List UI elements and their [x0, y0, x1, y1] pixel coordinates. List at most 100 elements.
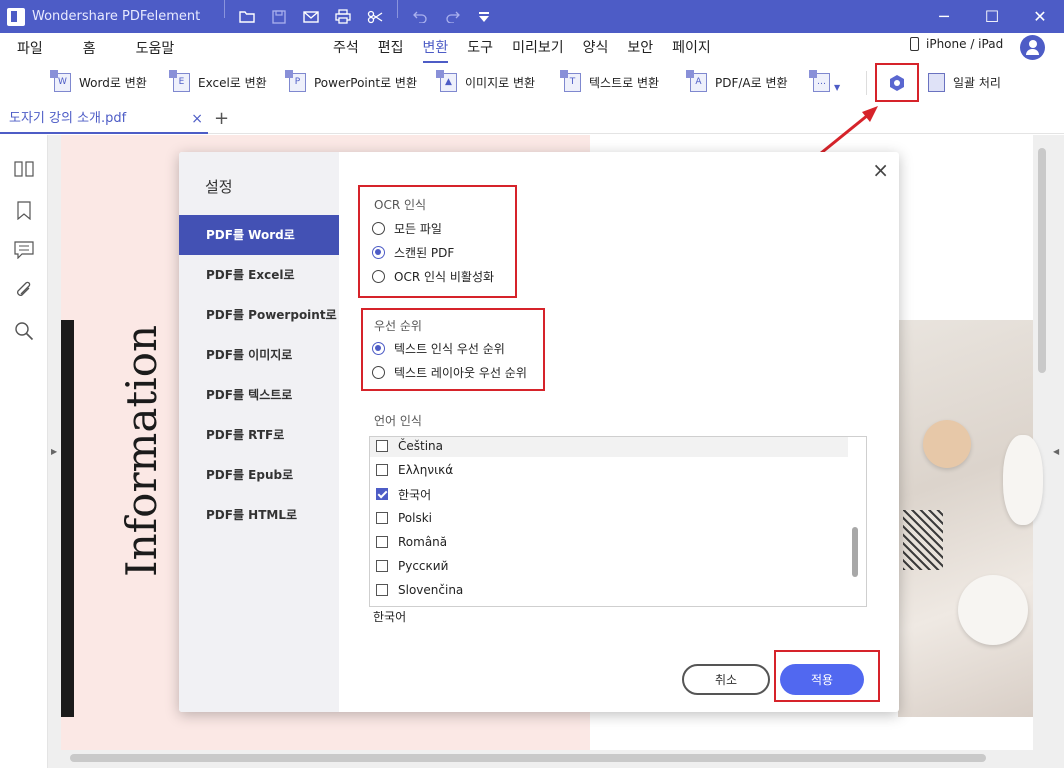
print-icon[interactable]	[327, 0, 359, 33]
dropdown-icon[interactable]	[468, 0, 500, 33]
photo-bowl	[923, 420, 971, 468]
menu-form[interactable]: 양식	[583, 33, 609, 63]
cancel-button[interactable]: 취소	[682, 664, 770, 695]
separator	[224, 0, 226, 18]
mail-icon[interactable]	[295, 0, 327, 33]
ocr-option-all[interactable]: 모든 파일	[372, 220, 442, 237]
menu-security[interactable]: 보안	[627, 33, 653, 63]
batch-icon	[928, 73, 945, 92]
checkbox-icon	[376, 536, 388, 548]
language-list[interactable]: Čeština Ελληνικά 한국어 Polski Română Русск…	[369, 436, 867, 607]
collapse-right-icon[interactable]: ◀	[1053, 447, 1059, 456]
minimize-button[interactable]: ─	[920, 0, 968, 33]
device-label: iPhone / iPad	[926, 37, 1004, 51]
highlight-apply	[774, 650, 880, 702]
nav-pdf-to-powerpoint[interactable]: PDF를 Powerpoint로	[179, 295, 339, 335]
priority-option-text[interactable]: 텍스트 인식 우선 순위	[372, 340, 505, 357]
nav-pdf-to-rtf[interactable]: PDF를 RTF로	[179, 415, 339, 455]
to-pdfa-button[interactable]: A PDF/A로 변환	[686, 70, 788, 92]
list-item[interactable]: Čeština	[376, 437, 443, 457]
menu-tools[interactable]: 도구	[467, 33, 493, 63]
checkbox-icon	[376, 440, 388, 452]
redo-icon[interactable]	[436, 0, 468, 33]
photo-plate	[958, 575, 1028, 645]
nav-pdf-to-epub[interactable]: PDF를 Epub로	[179, 455, 339, 495]
collapse-left-icon[interactable]: ▶	[51, 447, 57, 456]
dialog-close-icon[interactable]: ×	[872, 158, 889, 182]
menu-page[interactable]: 페이지	[672, 33, 711, 63]
menu-file[interactable]: 파일	[17, 38, 43, 58]
language-name: Română	[398, 535, 448, 549]
menu-edit[interactable]: 편집	[378, 33, 404, 63]
to-ppt-label: PowerPoint로 변환	[314, 76, 418, 90]
list-item[interactable]: Polski	[376, 507, 432, 529]
dialog-nav: 설정 PDF를 Word로 PDF를 Excel로 PDF를 Powerpoin…	[179, 152, 339, 712]
tab-close-icon[interactable]: ×	[191, 105, 203, 133]
menu-bar: 파일 홈 도움말 주석 편집 변환 도구 미리보기 양식 보안 페이지 iPho…	[0, 33, 1064, 63]
batch-button[interactable]: 일괄 처리	[928, 73, 1001, 92]
menu-home[interactable]: 홈	[83, 38, 96, 58]
more-formats-button[interactable]: … ▼	[809, 70, 840, 92]
document-tab[interactable]: 도자기 강의 소개.pdf ×	[0, 105, 208, 134]
avatar[interactable]	[1020, 35, 1045, 60]
menu-comment[interactable]: 주석	[333, 33, 359, 63]
maximize-button[interactable]: ☐	[968, 0, 1016, 33]
ocr-option-scanned[interactable]: 스캔된 PDF	[372, 244, 454, 261]
radio-icon	[372, 270, 385, 283]
priority-option-label: 텍스트 레이아웃 우선 순위	[394, 366, 527, 380]
menu-preview[interactable]: 미리보기	[512, 33, 564, 63]
add-tab-button[interactable]: +	[214, 108, 229, 129]
to-word-button[interactable]: W Word로 변환	[50, 70, 147, 92]
language-name: Slovenčina	[398, 583, 464, 597]
undo-icon[interactable]	[404, 0, 436, 33]
priority-option-layout[interactable]: 텍스트 레이아웃 우선 순위	[372, 364, 527, 381]
word-icon: W	[50, 70, 71, 92]
dialog-title: 설정	[205, 178, 233, 196]
list-item[interactable]: Slovenčina	[376, 579, 463, 601]
app-logo-icon	[7, 7, 25, 26]
to-image-button[interactable]: ▲ 이미지로 변환	[436, 70, 535, 92]
save-icon[interactable]	[263, 0, 295, 33]
ocr-option-disable[interactable]: OCR 인식 비활성화	[372, 268, 494, 285]
batch-label: 일괄 처리	[953, 76, 1001, 90]
to-pdfa-label: PDF/A로 변환	[715, 76, 788, 90]
horizontal-scrollbar[interactable]	[70, 754, 986, 762]
app-title: Wondershare PDFelement	[32, 9, 201, 24]
to-text-button[interactable]: T 텍스트로 변환	[560, 70, 659, 92]
priority-option-label: 텍스트 인식 우선 순위	[394, 342, 505, 356]
folder-icon[interactable]	[231, 0, 263, 33]
nav-pdf-to-image[interactable]: PDF를 이미지로	[179, 335, 339, 375]
device-link[interactable]: iPhone / iPad	[910, 37, 1003, 51]
checkbox-icon	[376, 464, 388, 476]
phone-icon	[910, 37, 919, 51]
nav-pdf-to-html[interactable]: PDF를 HTML로	[179, 495, 339, 535]
radio-icon	[372, 222, 385, 235]
list-item[interactable]: Русский	[376, 555, 448, 577]
checkbox-icon	[376, 560, 388, 572]
selected-language: 한국어	[373, 610, 407, 624]
search-icon[interactable]	[13, 321, 35, 343]
list-item[interactable]: 한국어	[376, 483, 431, 505]
checkbox-checked-icon	[376, 488, 388, 500]
list-item[interactable]: Română	[376, 531, 447, 553]
close-window-button[interactable]: ✕	[1016, 0, 1064, 33]
language-list-scrollbar[interactable]	[852, 527, 858, 577]
nav-pdf-to-excel[interactable]: PDF를 Excel로	[179, 255, 339, 295]
menu-help[interactable]: 도움말	[136, 38, 175, 58]
scissors-icon[interactable]	[359, 0, 391, 33]
thumbnails-icon[interactable]	[13, 161, 35, 183]
nav-pdf-to-text[interactable]: PDF를 텍스트로	[179, 375, 339, 415]
nav-pdf-to-word[interactable]: PDF를 Word로	[179, 215, 339, 255]
menu-convert[interactable]: 변환	[422, 33, 449, 63]
svg-text:Information: Information	[117, 325, 166, 577]
to-ppt-button[interactable]: P PowerPoint로 변환	[285, 70, 418, 92]
vertical-scrollbar[interactable]	[1038, 148, 1046, 373]
list-item[interactable]: Ελληνικά	[376, 459, 453, 481]
separator	[397, 0, 399, 18]
excel-icon: E	[169, 70, 190, 92]
attachment-icon[interactable]	[13, 281, 35, 303]
to-excel-button[interactable]: E Excel로 변환	[169, 70, 267, 92]
page-photo	[898, 320, 1043, 717]
comment-icon[interactable]	[13, 241, 35, 263]
bookmark-icon[interactable]	[13, 201, 35, 223]
